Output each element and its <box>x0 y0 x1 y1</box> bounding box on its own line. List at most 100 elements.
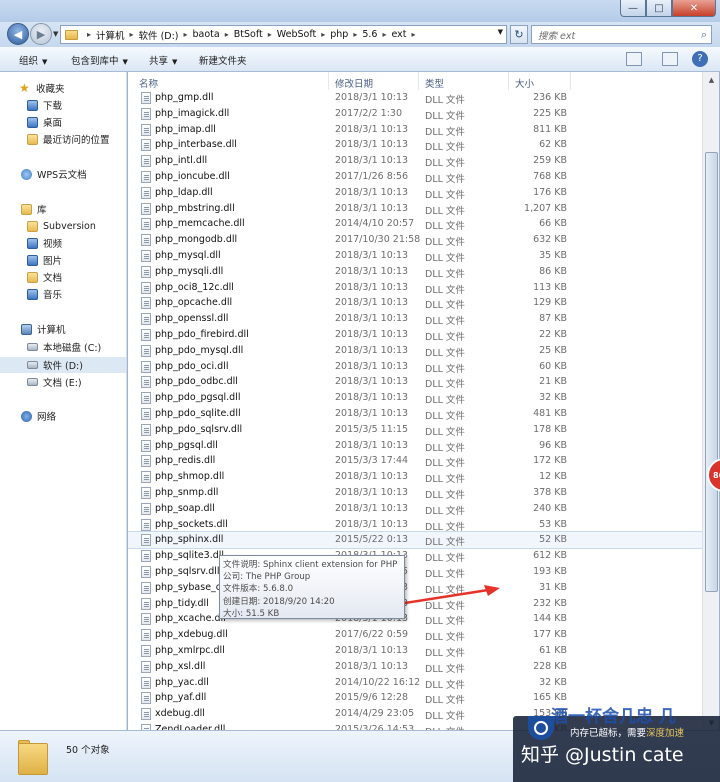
sidebar-item-favorites[interactable]: ★ 收藏夹 <box>0 80 126 96</box>
table-row[interactable]: php_xdebug.dll 2017/6/22 0:59 DLL 文件 177 KB <box>128 627 702 643</box>
table-row[interactable]: php_gmp.dll 2018/3/1 10:13 DLL 文件 236 KB <box>128 90 702 106</box>
sidebar-item-documents[interactable]: 文档 <box>0 269 126 285</box>
table-row[interactable]: php_sqlite3.dll2018/3/1 10:13DLL 文件612 K… <box>128 548 702 564</box>
scroll-up-icon[interactable]: ▲ <box>703 72 720 87</box>
sidebar-item-drive-e[interactable]: 文档 (E:) <box>0 374 126 390</box>
minimize-button[interactable]: — <box>620 0 646 17</box>
table-row[interactable]: php_sphinx.dll 2015/5/22 0:13 DLL 文件 52 KB <box>128 531 702 550</box>
deep-accelerate-link[interactable]: 深度加速 <box>646 728 684 739</box>
table-row[interactable]: php_xmlrpc.dll 2018/3/1 10:13 DLL 文件 61 KB <box>128 643 702 659</box>
table-row[interactable]: php_interbase.dll 2018/3/1 10:13 DLL 文件 62 … <box>128 137 702 153</box>
breadcrumb-item[interactable]: WebSoft <box>277 29 316 40</box>
sidebar-item-desktop[interactable]: 桌面 <box>0 114 126 130</box>
help-icon[interactable]: ? <box>692 51 708 67</box>
table-row[interactable]: php_memcache.dll 2014/4/10 20:57 DLL 文件 66 … <box>128 216 702 232</box>
sidebar-item-computer[interactable]: 计算机 <box>0 321 126 337</box>
chevron-right-icon[interactable]: ▸ <box>184 30 188 39</box>
recent-pages-dropdown-icon[interactable]: ▼ <box>53 30 58 38</box>
table-row[interactable]: php_imap.dll 2018/3/1 10:13 DLL 文件 811 KB <box>128 122 702 138</box>
sidebar-item-libraries[interactable]: 库 <box>0 201 126 217</box>
table-row[interactable]: php_pdo_sqlite.dll 2018/3/1 10:13 DLL 文件 48… <box>128 406 702 422</box>
close-button[interactable]: ✕ <box>672 0 716 17</box>
sidebar-item-videos[interactable]: 视频 <box>0 235 126 251</box>
table-row[interactable]: php_soap.dll 2018/3/1 10:13 DLL 文件 240 KB <box>128 501 702 517</box>
sidebar-item-subversion[interactable]: Subversion <box>0 218 126 234</box>
table-row[interactable]: php_redis.dll 2015/3/3 17:44 DLL 文件 172 KB <box>128 453 702 469</box>
table-row[interactable]: php_mysql.dll 2018/3/1 10:13 DLL 文件 35 KB <box>128 248 702 264</box>
table-row[interactable]: php_pdo_oci.dll 2018/3/1 10:13 DLL 文件 60 KB <box>128 359 702 375</box>
table-row[interactable]: php_pdo_odbc.dll 2018/3/1 10:13 DLL 文件 21 K… <box>128 374 702 390</box>
column-size[interactable]: 大小 <box>515 76 534 90</box>
breadcrumb-item[interactable]: 软件 (D:) <box>139 28 179 42</box>
shield-icon[interactable] <box>528 716 554 740</box>
table-row[interactable]: php_mongodb.dll 2017/10/30 21:58 DLL 文件 632… <box>128 232 702 248</box>
table-row[interactable]: php_pdo_firebird.dll 2018/3/1 10:13 DLL 文件… <box>128 327 702 343</box>
maximize-button[interactable]: □ <box>646 0 672 17</box>
column-divider[interactable] <box>328 72 329 90</box>
table-row[interactable]: php_yac.dll 2014/10/22 16:12 DLL 文件 32 KB <box>128 675 702 691</box>
table-row[interactable]: php_pdo_pgsql.dll 2018/3/1 10:13 DLL 文件 32 … <box>128 390 702 406</box>
table-row[interactable]: php_mysqli.dll 2018/3/1 10:13 DLL 文件 86 KB <box>128 264 702 280</box>
chevron-right-icon[interactable]: ▸ <box>353 30 357 39</box>
sidebar-item-drive-d[interactable]: 软件 (D:) <box>0 357 126 373</box>
table-row[interactable]: php_snmp.dll 2018/3/1 10:13 DLL 文件 378 KB <box>128 485 702 501</box>
table-row[interactable]: php_openssl.dll 2018/3/1 10:13 DLL 文件 87 KB <box>128 311 702 327</box>
address-bar[interactable]: ▸ 计算机 ▸ 软件 (D:) ▸ baota ▸ BtSoft ▸ WebSo… <box>60 25 507 44</box>
breadcrumb-item[interactable]: ext <box>391 29 406 40</box>
new-folder-button[interactable]: 新建文件夹 <box>199 53 247 67</box>
back-button[interactable]: ◀ <box>7 23 29 45</box>
breadcrumb-item[interactable]: baota <box>193 29 220 40</box>
column-modified[interactable]: 修改日期 <box>335 76 373 90</box>
column-divider[interactable] <box>418 72 419 90</box>
breadcrumb-item[interactable]: 5.6 <box>362 29 377 40</box>
sidebar-item-downloads[interactable]: 下载 <box>0 97 126 113</box>
folder-icon <box>18 740 48 775</box>
column-type[interactable]: 类型 <box>425 76 444 90</box>
sidebar-item-recent[interactable]: 最近访问的位置 <box>0 131 126 147</box>
table-row[interactable]: php_sqlsrv.dll2015/3/5 11:15DLL 文件193 KB <box>128 564 702 580</box>
chevron-right-icon[interactable]: ▸ <box>225 30 229 39</box>
chevron-right-icon[interactable]: ▸ <box>87 30 91 39</box>
share-menu[interactable]: 共享 ▼ <box>149 53 177 67</box>
breadcrumb-item[interactable]: BtSoft <box>234 29 263 40</box>
table-row[interactable]: php_imagick.dll 2017/2/2 1:30 DLL 文件 225 KB <box>128 106 702 122</box>
vertical-scrollbar[interactable]: ▲ ▼ <box>702 72 719 730</box>
scrollbar-thumb[interactable] <box>705 152 718 592</box>
table-row[interactable]: php_ioncube.dll 2017/1/26 8:56 DLL 文件 768 K… <box>128 169 702 185</box>
breadcrumb-item[interactable]: 计算机 <box>96 28 125 42</box>
column-divider[interactable] <box>508 72 509 90</box>
table-row[interactable]: php_pgsql.dll 2018/3/1 10:13 DLL 文件 96 KB <box>128 438 702 454</box>
column-divider[interactable] <box>570 72 571 90</box>
view-options-icon[interactable] <box>626 52 642 66</box>
table-row[interactable]: php_mbstring.dll 2018/3/1 10:13 DLL 文件 1,20… <box>128 201 702 217</box>
chevron-right-icon[interactable]: ▸ <box>412 30 416 39</box>
table-row[interactable]: php_shmop.dll 2018/3/1 10:13 DLL 文件 12 KB <box>128 469 702 485</box>
table-row[interactable]: php_ldap.dll 2018/3/1 10:13 DLL 文件 176 KB <box>128 185 702 201</box>
include-in-library-menu[interactable]: 包含到库中 ▼ <box>71 53 128 67</box>
sidebar-item-music[interactable]: 音乐 <box>0 286 126 302</box>
table-row[interactable]: php_sockets.dll 2018/3/1 10:13 DLL 文件 53 KB <box>128 517 702 533</box>
sidebar-item-pictures[interactable]: 图片 <box>0 252 126 268</box>
refresh-button[interactable]: ↻ <box>510 25 528 44</box>
organize-menu[interactable]: 组织 ▼ <box>19 53 47 67</box>
table-row[interactable]: php_oci8_12c.dll 2018/3/1 10:13 DLL 文件 113 … <box>128 280 702 296</box>
table-row[interactable]: php_pdo_mysql.dll 2018/3/1 10:13 DLL 文件 25 … <box>128 343 702 359</box>
sidebar-item-wps[interactable]: WPS云文档 <box>0 166 126 182</box>
chevron-right-icon[interactable]: ▸ <box>130 30 134 39</box>
chevron-right-icon[interactable]: ▸ <box>382 30 386 39</box>
sidebar-item-drive-c[interactable]: 本地磁盘 (C:) <box>0 339 126 355</box>
table-row[interactable]: php_intl.dll 2018/3/1 10:13 DLL 文件 259 KB <box>128 153 702 169</box>
forward-button[interactable]: ▶ <box>30 23 52 45</box>
preview-pane-icon[interactable] <box>662 52 678 66</box>
chevron-right-icon[interactable]: ▸ <box>321 30 325 39</box>
file-size: 35 KB <box>539 250 567 261</box>
table-row[interactable]: php_pdo_sqlsrv.dll 2015/3/5 11:15 DLL 文件 17… <box>128 422 702 438</box>
column-name[interactable]: 名称 <box>139 76 158 90</box>
address-dropdown-icon[interactable]: ▼ <box>498 28 503 36</box>
breadcrumb-item[interactable]: php <box>330 29 348 40</box>
search-input[interactable]: 搜索 ext ⌕ <box>531 25 712 44</box>
sidebar-item-network[interactable]: 网络 <box>0 408 126 424</box>
table-row[interactable]: php_opcache.dll 2018/3/1 10:13 DLL 文件 129 K… <box>128 295 702 311</box>
table-row[interactable]: php_xsl.dll 2018/3/1 10:13 DLL 文件 228 KB <box>128 659 702 675</box>
chevron-right-icon[interactable]: ▸ <box>268 30 272 39</box>
